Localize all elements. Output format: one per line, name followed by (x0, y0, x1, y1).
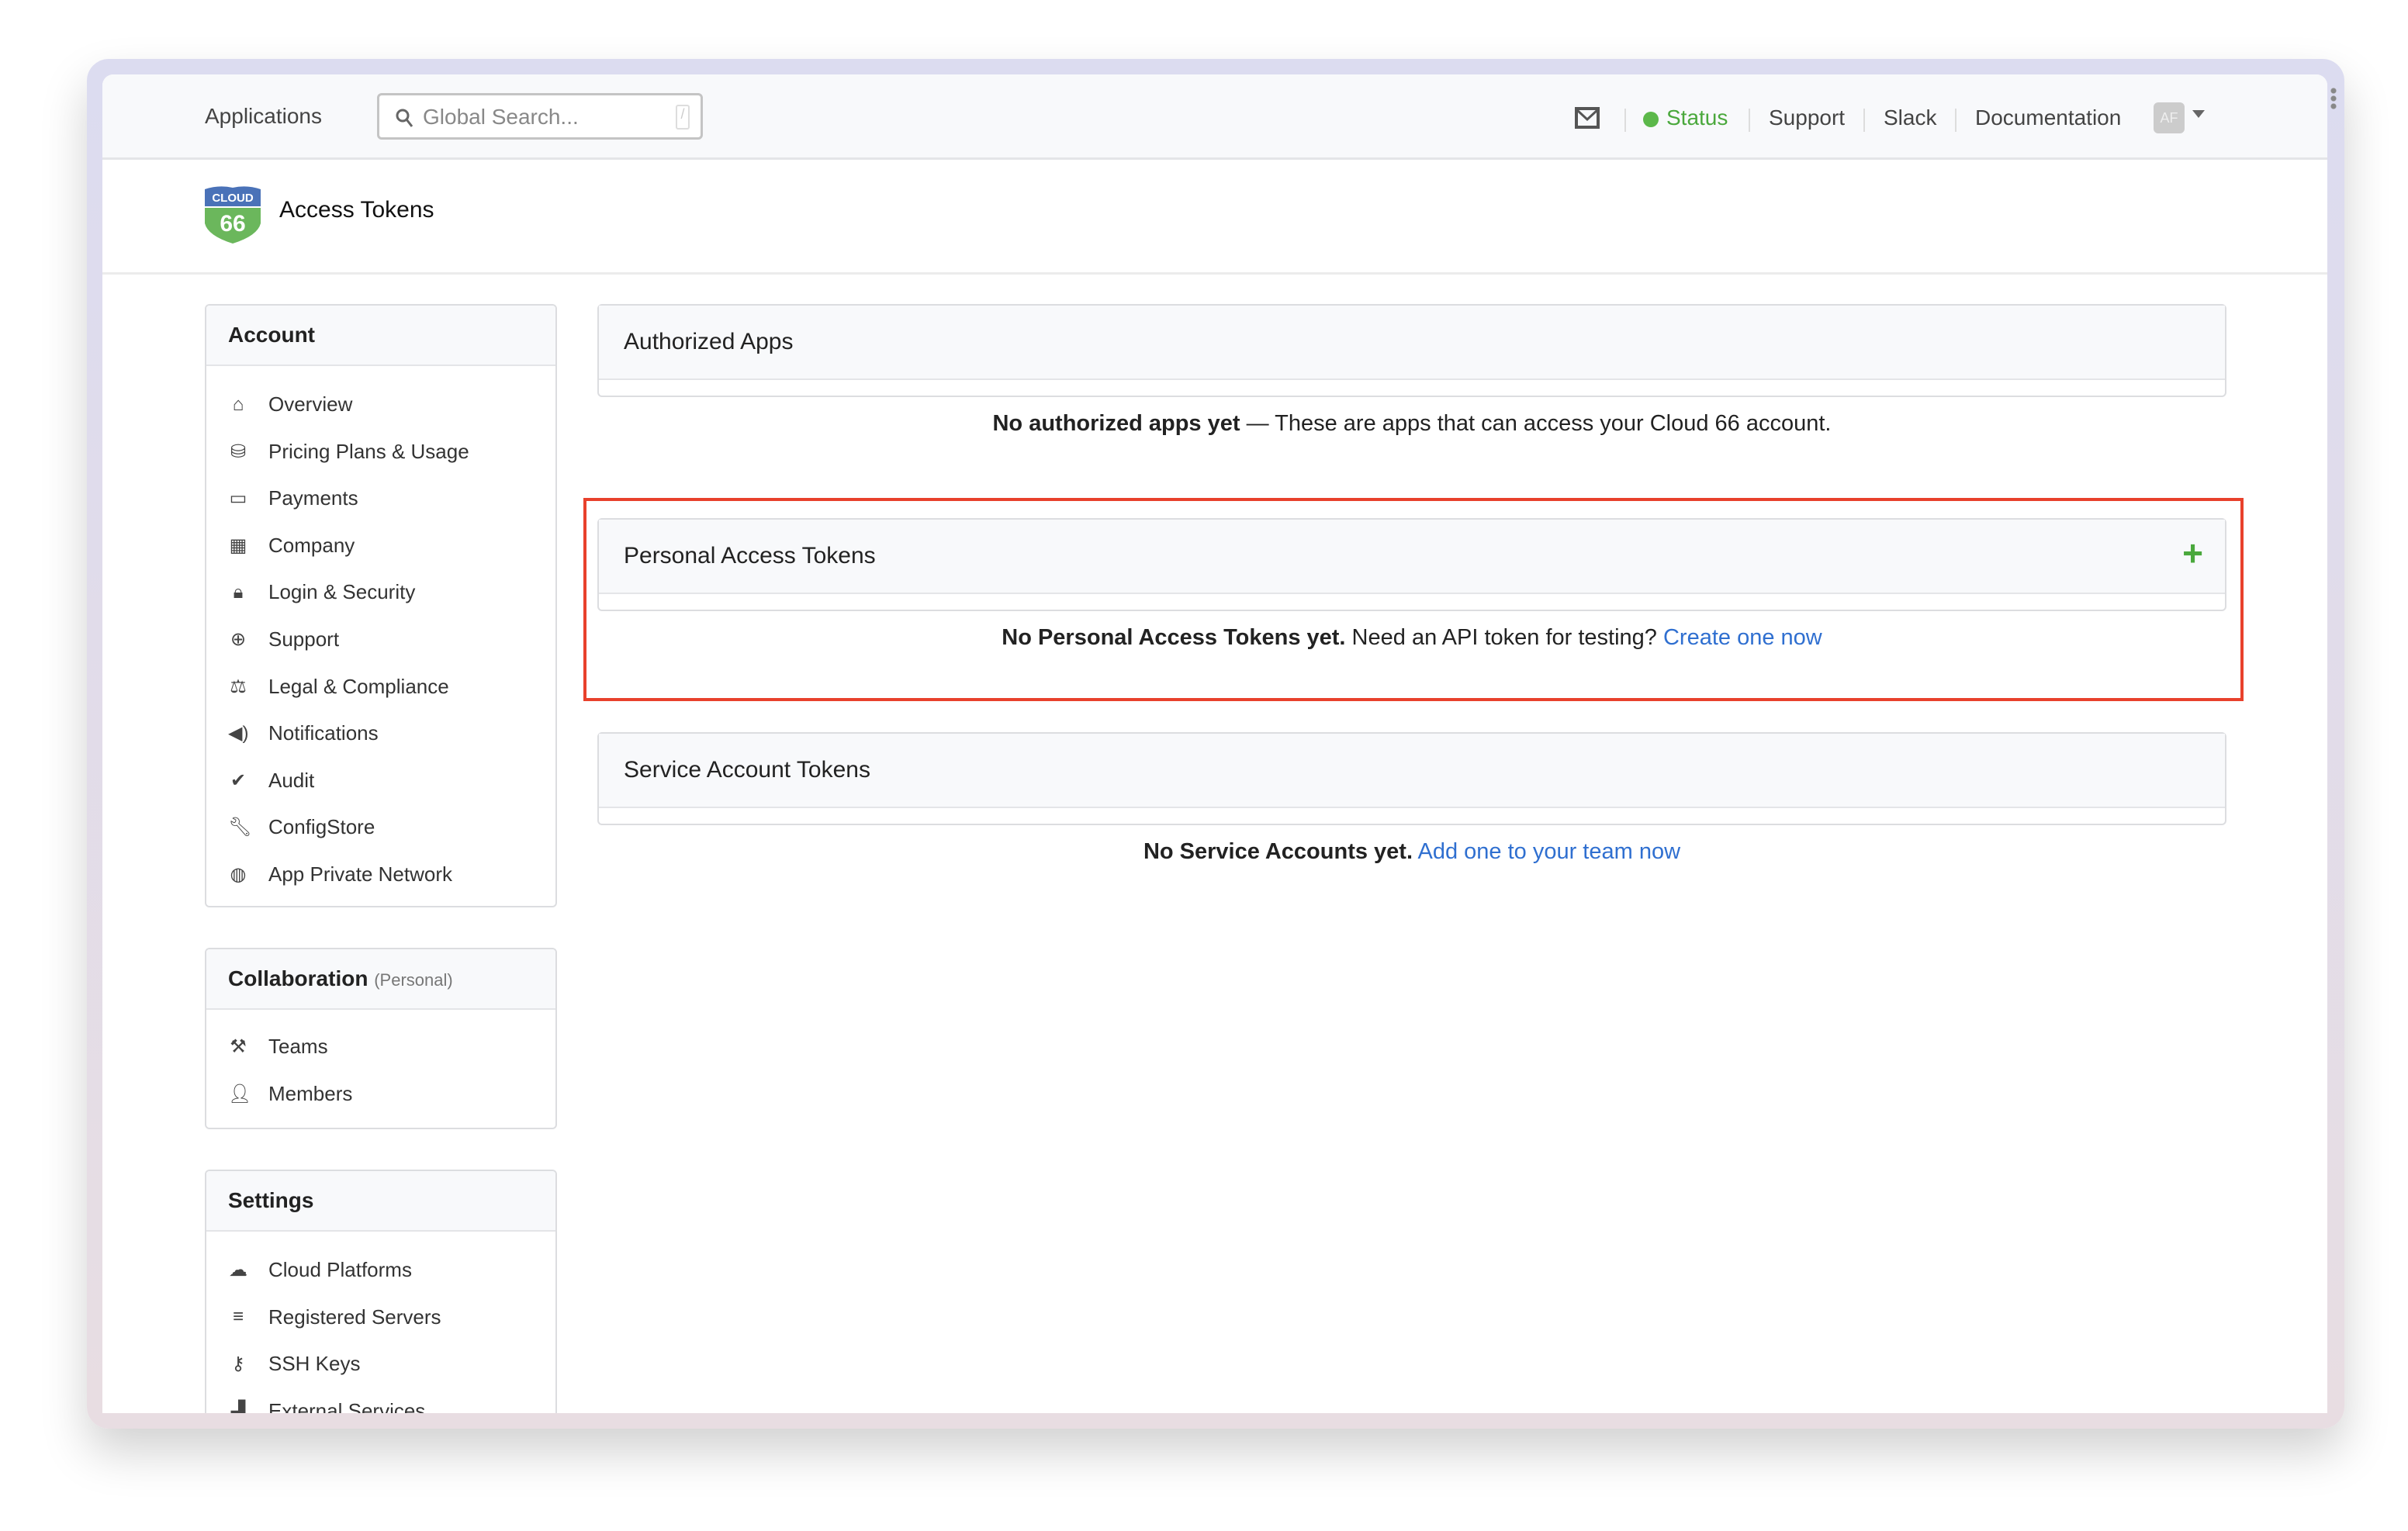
empty-message: No Service Accounts yet. (1143, 839, 1413, 864)
svg-text:66: 66 (220, 211, 245, 237)
factory-icon: ▟ (230, 1400, 246, 1413)
servers-icon: ≡ (232, 1306, 244, 1328)
global-search-input[interactable]: Global Search... / (377, 93, 703, 140)
sidebar-item-external-services[interactable]: ▟ External Services (228, 1398, 426, 1413)
page-title: Access Tokens (279, 197, 434, 223)
page-header: CLOUD 66 Access Tokens (102, 160, 2327, 275)
sidebar-item-audit[interactable]: ✔ Audit (228, 769, 314, 793)
settings-menu-title: Settings (206, 1171, 555, 1232)
empty-description: Need an API token for testing? (1345, 625, 1663, 650)
panel-title: Authorized Apps (599, 306, 2225, 380)
collaboration-title: Collaboration (228, 966, 368, 990)
mail-icon[interactable] (1575, 107, 1600, 129)
personal-access-tokens-panel: Personal Access Tokens + No Personal Acc… (597, 518, 2226, 650)
add-service-account-link[interactable]: Add one to your team now (1417, 839, 1680, 864)
search-placeholder: Global Search... (423, 105, 579, 129)
sidebar-item-label: Audit (268, 768, 315, 792)
sidebar-item-label: App Private Network (268, 862, 452, 886)
collaboration-menu-title: Collaboration (Personal) (206, 949, 555, 1010)
sidebar-item-label: Payments (268, 486, 358, 510)
sidebar-item-legal-compliance[interactable]: ⚖ Legal & Compliance (228, 674, 449, 699)
sidebar-item-label: Legal & Compliance (268, 674, 449, 698)
hammer-icon: ⚒ (230, 1036, 247, 1057)
search-icon (396, 109, 413, 127)
cloud-icon: ☁ (229, 1260, 247, 1280)
empty-message: No Personal Access Tokens yet. (1002, 625, 1346, 650)
settings-menu: Settings ☁ Cloud Platforms ≡ Registered Ser… (205, 1170, 557, 1413)
nav-documentation[interactable]: Documentation (1975, 105, 2121, 130)
collaboration-subtitle: (Personal) (374, 970, 453, 990)
authorized-apps-panel: Authorized Apps No authorized apps yet —… (597, 304, 2226, 436)
panel-title: Personal Access Tokens (624, 543, 876, 569)
sidebar-item-company[interactable]: ▦ Company (228, 534, 355, 558)
sidebar-item-pricing-plans-usage[interactable]: ⛁ Pricing Plans & Usage (228, 440, 469, 464)
collaboration-menu: Collaboration (Personal) ⚒ Teams 👤︎ Members (205, 948, 557, 1129)
sidebar-item-overview[interactable]: ⌂ Overview (228, 392, 353, 416)
sidebar-item-teams[interactable]: ⚒ Teams (228, 1035, 328, 1059)
status-dot-icon (1643, 112, 1659, 127)
nav-support[interactable]: Support (1769, 105, 1845, 130)
speaker-icon: ◀) (228, 723, 249, 745)
sidebar-item-notifications[interactable]: ◀) Notifications (228, 721, 379, 745)
divider (1624, 109, 1626, 132)
sidebar-item-label: SSH Keys (268, 1352, 361, 1376)
divider (1749, 109, 1750, 132)
sidebar-item-label: External Services (268, 1398, 426, 1413)
sidebar-item-label: ConfigStore (268, 815, 375, 839)
sidebar-item-configstore[interactable]: 🔧︎ ConfigStore (228, 815, 375, 839)
sidebar-item-members[interactable]: 👤︎ Members (228, 1082, 352, 1106)
sidebar-item-label: Teams (268, 1035, 328, 1058)
user-icon: 👤︎ (228, 1083, 252, 1104)
chevron-down-icon[interactable] (2192, 110, 2205, 118)
empty-message: No authorized apps yet (992, 411, 1240, 436)
svg-text:CLOUD: CLOUD (212, 192, 253, 205)
nav-status[interactable]: Status (1666, 105, 1728, 130)
globe-lock-icon: ◍ (230, 864, 247, 885)
credit-card-icon: ▭ (229, 488, 247, 510)
sidebar-item-ssh-keys[interactable]: ⚷ SSH Keys (228, 1352, 361, 1376)
cloud66-logo: CLOUD 66 (205, 186, 261, 244)
sidebar-item-cloud-platforms[interactable]: ☁ Cloud Platforms (228, 1258, 412, 1282)
home-icon: ⌂ (232, 393, 244, 415)
account-menu: Account ⌂ Overview ⛁ Pricing Plans & Usage ▭… (205, 304, 557, 907)
browser-window: Applications Global Search... / Status S… (102, 74, 2327, 1413)
sidebar-item-support[interactable]: ⊕ Support (228, 627, 339, 651)
nav-slack[interactable]: Slack (1884, 105, 1936, 130)
sidebar-item-label: Login & Security (268, 580, 416, 604)
sidebar-item-payments[interactable]: ▭ Payments (228, 486, 358, 510)
create-token-link[interactable]: Create one now (1663, 625, 1822, 650)
sidebar-item-label: Pricing Plans & Usage (268, 439, 469, 463)
key-icon: ⚷ (231, 1353, 245, 1375)
lock-icon: 🔒︎ (233, 581, 244, 603)
top-nav: Applications Global Search... / Status S… (102, 74, 2327, 160)
scale-icon: ⚖ (230, 676, 247, 697)
sidebar-item-label: Cloud Platforms (268, 1258, 412, 1281)
coins-icon: ⛁ (230, 441, 247, 462)
wrench-icon: 🔧︎ (228, 817, 252, 838)
user-avatar[interactable]: AF (2154, 102, 2185, 133)
sidebar-item-registered-servers[interactable]: ≡ Registered Servers (228, 1305, 441, 1329)
nav-applications[interactable]: Applications (205, 104, 322, 129)
check-icon: ✔ (230, 769, 247, 791)
sidebar-item-label: Members (268, 1081, 353, 1105)
sidebar-item-label: Overview (268, 392, 353, 416)
sidebar-item-label: Company (268, 533, 355, 557)
empty-description: — These are apps that can access your Cl… (1240, 411, 1832, 436)
sidebar-item-app-private-network[interactable]: ◍ App Private Network (228, 862, 452, 886)
sidebar-item-label: Notifications (268, 721, 379, 745)
service-account-tokens-panel: Service Account Tokens No Service Accoun… (597, 732, 2226, 864)
search-shortcut: / (676, 105, 690, 130)
add-token-plus-icon[interactable]: + (2182, 535, 2203, 571)
panel-title: Service Account Tokens (599, 734, 2225, 808)
window-menu-dots-icon[interactable] (2330, 87, 2337, 110)
sidebar-item-label: Registered Servers (268, 1305, 441, 1329)
life-ring-icon: ⊕ (230, 629, 247, 650)
divider (1955, 109, 1956, 132)
sidebar-item-label: Support (268, 627, 340, 651)
divider (1863, 109, 1865, 132)
sidebar-item-login-security[interactable]: 🔒︎ Login & Security (228, 580, 416, 604)
building-icon: ▦ (229, 534, 247, 556)
account-menu-title: Account (206, 306, 555, 366)
